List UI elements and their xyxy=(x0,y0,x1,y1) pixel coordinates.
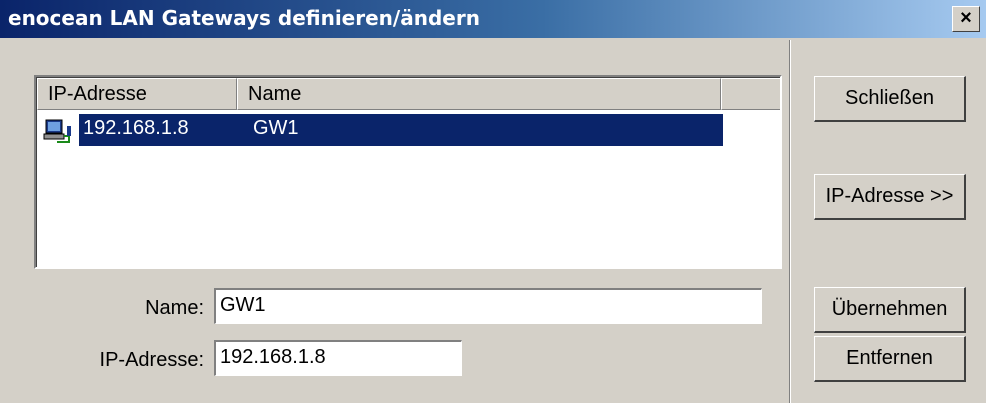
close-dialog-button[interactable]: Schließen xyxy=(814,76,966,122)
ip-address-label: IP-Adresse: xyxy=(99,349,204,371)
window-title: enocean LAN Gateways definieren/ändern xyxy=(8,6,480,30)
row-ip-cell: 192.168.1.8 xyxy=(83,117,189,139)
list-item[interactable]: 192.168.1.8 GW1 xyxy=(37,114,723,146)
ip-address-field[interactable]: 192.168.1.8 xyxy=(214,340,462,376)
gateway-list[interactable]: IP-Adresse Name 192.168.1.8 GW1 xyxy=(34,75,782,269)
gateway-list-body: IP-Adresse Name 192.168.1.8 GW1 xyxy=(36,77,780,267)
name-label: Name: xyxy=(145,297,204,319)
close-button[interactable]: × xyxy=(952,6,980,32)
apply-button[interactable]: Übernehmen xyxy=(814,287,966,333)
network-computer-icon xyxy=(43,119,71,143)
column-header-name[interactable]: Name xyxy=(237,78,721,110)
remove-button[interactable]: Entfernen xyxy=(814,336,966,382)
ip-address-expand-button[interactable]: IP-Adresse >> xyxy=(814,174,966,220)
name-field[interactable]: GW1 xyxy=(214,288,762,324)
column-header-ip[interactable]: IP-Adresse xyxy=(37,78,237,110)
vertical-divider xyxy=(789,40,791,403)
close-icon: × xyxy=(960,7,972,29)
title-bar: enocean LAN Gateways definieren/ändern × xyxy=(0,0,986,38)
column-header-filler xyxy=(721,78,780,110)
row-name-cell: GW1 xyxy=(253,117,299,139)
